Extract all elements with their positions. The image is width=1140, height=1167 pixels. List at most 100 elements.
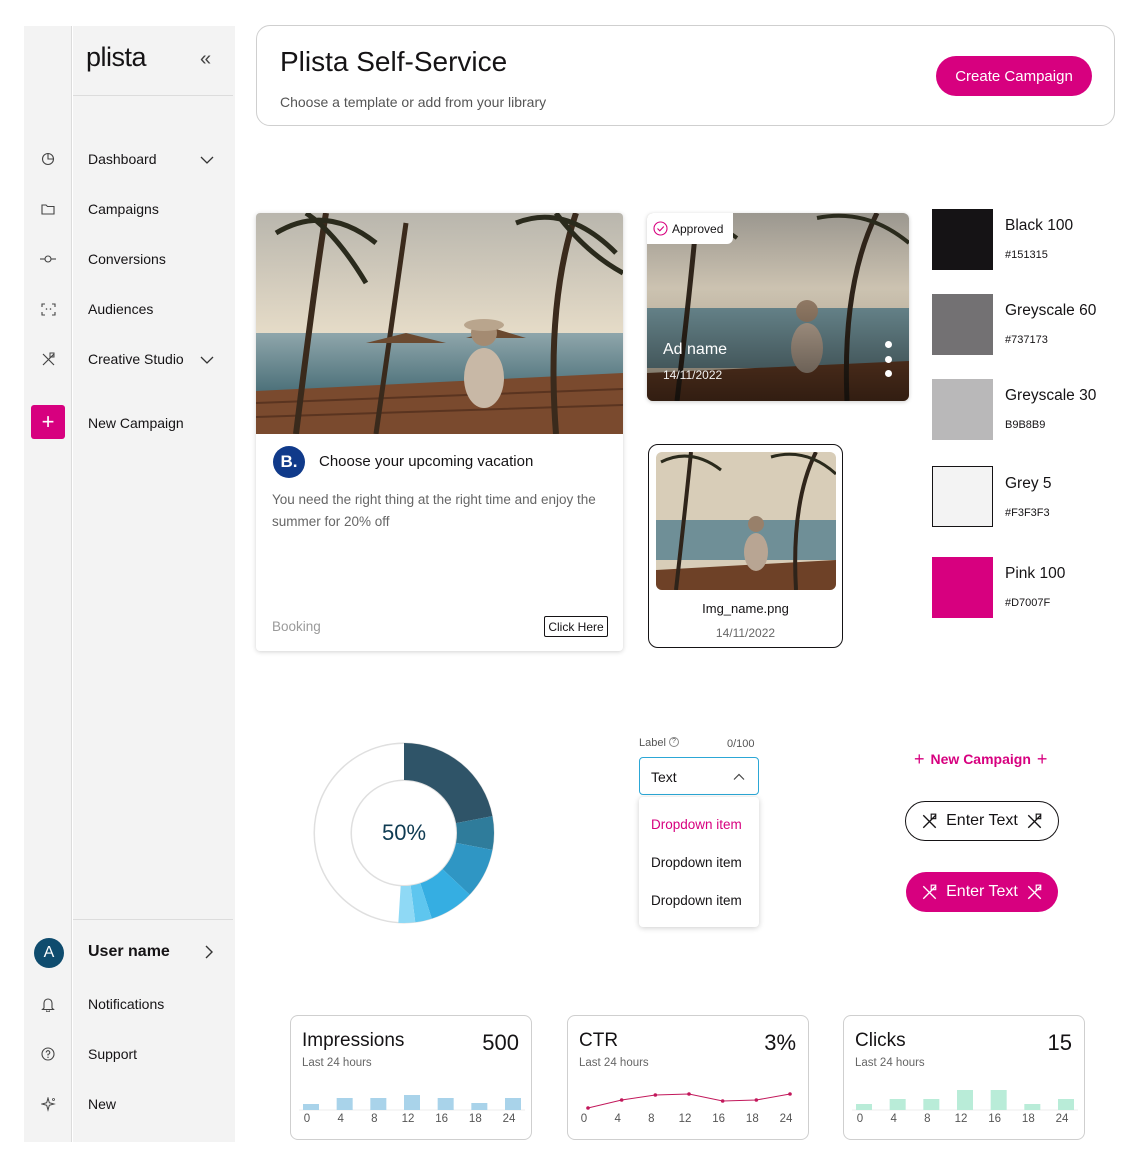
design-tools-icon xyxy=(1027,884,1042,899)
ad-preview-card[interactable]: B. Choose your upcoming vacation You nee… xyxy=(256,213,623,651)
tick-label: 4 xyxy=(337,1113,344,1125)
chart-point xyxy=(619,1098,624,1102)
design-tools-icon xyxy=(922,884,937,899)
swatch-hex: #151315 xyxy=(1005,249,1048,261)
tick-label: 24 xyxy=(502,1113,516,1125)
tick-label: 18 xyxy=(468,1113,482,1125)
tick-labels: 0 4 8 12 16 18 24 xyxy=(856,1113,1074,1127)
more-options-icon[interactable] xyxy=(883,341,893,377)
tick-label: 0 xyxy=(303,1113,311,1125)
collapse-sidebar-icon[interactable]: « xyxy=(200,48,211,71)
plus-icon: + xyxy=(914,748,925,769)
chart-bar xyxy=(370,1098,387,1110)
page-subtitle: Choose a template or add from your libra… xyxy=(280,94,547,110)
mini-chart xyxy=(299,1095,525,1111)
face-scan-icon[interactable] xyxy=(36,297,60,321)
chevron-down-icon[interactable] xyxy=(198,351,216,369)
chevron-down-icon[interactable] xyxy=(198,151,216,169)
file-card[interactable]: Img_name.png 14/11/2022 xyxy=(648,444,843,648)
stat-title: Clicks xyxy=(855,1030,906,1051)
dropdown-item[interactable]: Dropdown item xyxy=(651,855,742,870)
swatch-hex: B9B8B9 xyxy=(1005,419,1046,431)
stat-card-ctr[interactable]: CTR 3% Last 24 hours 0 4 8 12 16 18 24 xyxy=(567,1015,809,1140)
file-date: 14/11/2022 xyxy=(715,626,776,640)
sidebar-item-conversions[interactable]: Conversions xyxy=(88,251,166,267)
dropdown-menu: Dropdown item Dropdown item Dropdown ite… xyxy=(639,797,759,927)
enter-text-outline-button[interactable]: Enter Text xyxy=(905,801,1059,841)
sidebar-item-creative-studio[interactable]: Creative Studio xyxy=(88,351,184,367)
color-swatch xyxy=(932,294,993,355)
sidebar-item-new-campaign[interactable]: New Campaign xyxy=(88,415,184,431)
new-campaign-plus-button[interactable]: + xyxy=(31,405,65,439)
chevron-right-icon[interactable] xyxy=(201,943,217,961)
status-badge: Approved xyxy=(647,213,734,244)
pie-chart-icon[interactable] xyxy=(36,147,60,171)
design-tools-icon[interactable] xyxy=(36,347,60,371)
sidebar-item-campaigns[interactable]: Campaigns xyxy=(88,201,159,217)
ad-date: 14/11/2022 xyxy=(663,368,723,382)
chart-bar xyxy=(404,1095,420,1110)
beach-photo xyxy=(256,213,623,434)
ad-tile[interactable]: Approved Ad name 14/11/2022 xyxy=(647,213,909,401)
beach-photo xyxy=(656,452,836,590)
help-circle-icon[interactable] xyxy=(36,1042,60,1066)
design-tools-icon xyxy=(1027,813,1042,828)
tick-label: 8 xyxy=(648,1113,655,1125)
stat-card-impressions[interactable]: Impressions 500 Last 24 hours 0 4 8 12 16 18 2… xyxy=(290,1015,532,1140)
donut-center-label: 50% xyxy=(381,820,427,845)
plus-icon: + xyxy=(41,409,55,434)
new-campaign-label: New Campaign xyxy=(930,751,1031,767)
chart-bar xyxy=(856,1104,872,1110)
tick-label: 18 xyxy=(745,1113,759,1125)
create-campaign-button[interactable]: Create Campaign xyxy=(936,56,1092,96)
chart-bar xyxy=(957,1090,973,1110)
dropdown-select[interactable]: Text xyxy=(639,757,759,795)
tick-label: 16 xyxy=(712,1113,726,1125)
chart-point xyxy=(788,1092,792,1096)
plista-logo[interactable]: plista xyxy=(86,42,147,73)
chart-bar xyxy=(990,1090,1007,1110)
chart-point xyxy=(754,1098,759,1102)
tick-labels: 0 4 8 12 16 18 24 xyxy=(303,1113,521,1127)
avatar[interactable]: A xyxy=(34,938,64,968)
tick-label: 16 xyxy=(435,1113,449,1125)
swatch-name: Greyscale 30 xyxy=(1005,387,1097,404)
chart-bar xyxy=(336,1098,353,1110)
bell-icon[interactable] xyxy=(36,992,60,1016)
swatch-name: Greyscale 60 xyxy=(1005,302,1097,319)
chart-point xyxy=(720,1099,725,1103)
tick-label: 12 xyxy=(401,1113,415,1125)
sparkle-icon[interactable] xyxy=(36,1092,60,1116)
color-swatch xyxy=(932,209,993,270)
dropdown-item[interactable]: Dropdown item xyxy=(651,817,742,832)
swatch-hex: #F3F3F3 xyxy=(1005,507,1050,519)
chart-bar xyxy=(471,1103,488,1110)
chart-bar xyxy=(303,1104,319,1110)
stat-title: Impressions xyxy=(302,1030,405,1051)
tick-label: 0 xyxy=(580,1113,588,1125)
chevron-up-icon xyxy=(733,773,745,780)
folder-icon[interactable] xyxy=(36,197,60,221)
click-here-button[interactable]: Click Here xyxy=(544,616,608,637)
dropdown-item[interactable]: Dropdown item xyxy=(651,893,742,908)
stat-title: CTR xyxy=(579,1030,619,1051)
sidebar-item-notifications[interactable]: Notifications xyxy=(88,996,164,1012)
tick-label: 8 xyxy=(924,1113,931,1125)
user-name[interactable]: User name xyxy=(88,943,170,961)
sidebar-divider xyxy=(73,95,233,96)
field-label-text: Label xyxy=(639,737,666,749)
new-campaign-link[interactable]: + New Campaign + xyxy=(914,748,1047,770)
enter-text-filled-button[interactable]: Enter Text xyxy=(906,872,1058,912)
sidebar-item-dashboard[interactable]: Dashboard xyxy=(88,151,157,167)
stat-card-clicks[interactable]: Clicks 15 Last 24 hours 0 4 8 12 16 18 24 xyxy=(843,1015,1085,1140)
sidebar-item-new[interactable]: New xyxy=(88,1096,116,1112)
swatch-hex: #D7007F xyxy=(1005,597,1051,609)
help-icon[interactable]: ? xyxy=(668,737,679,747)
commit-icon[interactable] xyxy=(36,247,60,271)
sidebar-item-support[interactable]: Support xyxy=(88,1046,137,1062)
page-header: Plista Self-Service Choose a template or… xyxy=(256,25,1115,126)
sidebar-item-audiences[interactable]: Audiences xyxy=(88,301,153,317)
button-label: Enter Text xyxy=(946,883,1018,900)
chart-point xyxy=(687,1092,691,1096)
swatch-name: Pink 100 xyxy=(1005,565,1066,582)
